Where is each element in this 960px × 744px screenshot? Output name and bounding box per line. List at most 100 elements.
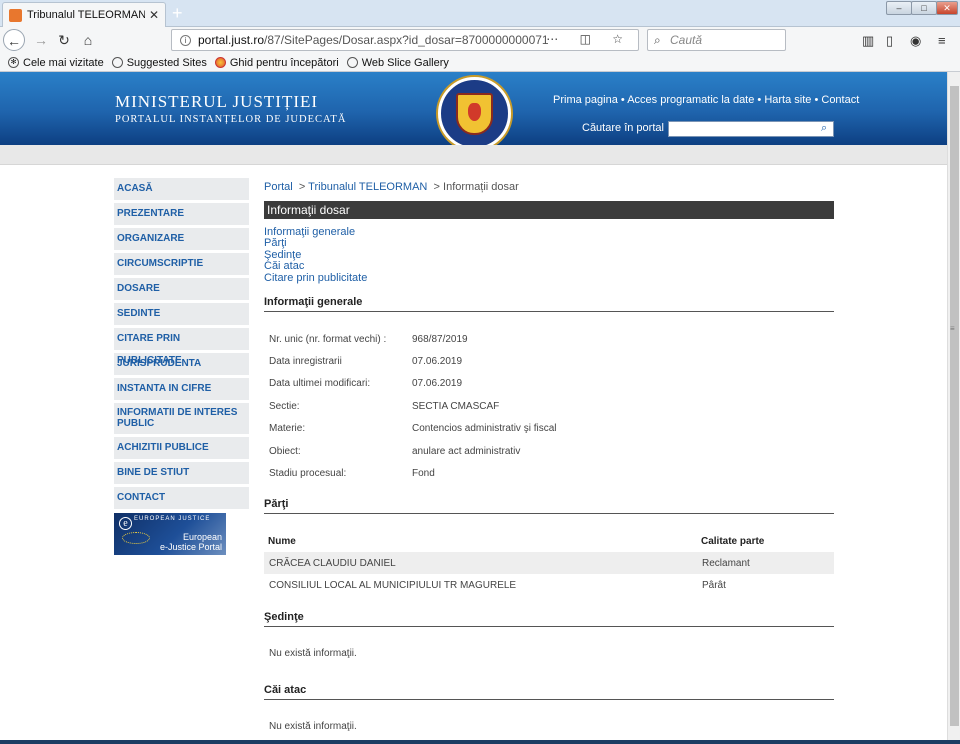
- link-contact[interactable]: Contact: [821, 94, 859, 106]
- sidebar-icon[interactable]: ▯: [886, 33, 893, 49]
- column-header-nume: Nume: [268, 536, 296, 547]
- bookmark-most-visited[interactable]: ✻ Cele mai vizitate: [8, 57, 104, 69]
- ejustice-portal-banner[interactable]: e EUROPEAN JUSTICE European e-Justice Por…: [114, 513, 226, 555]
- bookmark-getting-started[interactable]: Ghid pentru începători: [214, 57, 339, 69]
- header-divider-band: [0, 145, 947, 165]
- sidebar-item-dosare[interactable]: DOSARE: [114, 278, 249, 300]
- page-actions-icon[interactable]: ⋯ ◫ ☆: [546, 32, 632, 46]
- tab-title: Tribunalul TELEORMAN - Infor: [27, 9, 145, 21]
- section-anchor-links: Informaţii generale Părţi Şedinţe Căi at…: [264, 226, 367, 284]
- sedinte-empty-message: Nu există informaţii.: [269, 648, 357, 659]
- ministry-title: MINISTERUL JUSTIȚIEI: [115, 92, 319, 111]
- sidebar-item-jurisprudenta[interactable]: JURISPRUDENTA: [114, 353, 249, 375]
- sidebar-item-instanta-in-cifre[interactable]: INSTANTA IN CIFRE: [114, 378, 249, 400]
- sidebar-item-circumscriptie[interactable]: CIRCUMSCRIPTIE: [114, 253, 249, 275]
- breadcrumb-court[interactable]: Tribunalul TELEORMAN: [308, 181, 427, 193]
- window-maximize-button[interactable]: □: [911, 1, 937, 15]
- table-row: CRĂCEA CLAUDIU DANIEL Reclamant: [264, 552, 834, 574]
- bookmark-suggested-sites[interactable]: Suggested Sites: [111, 57, 207, 69]
- eagle-icon: [468, 103, 481, 121]
- section-heading-parti: Părţi: [264, 498, 834, 514]
- info-value: 07.06.2019: [412, 378, 463, 389]
- sidebar-item-organizare[interactable]: ORGANIZARE: [114, 228, 249, 250]
- info-value: 07.06.2019: [412, 356, 463, 367]
- cai-atac-empty-message: Nu există informaţii.: [269, 721, 357, 732]
- new-tab-button[interactable]: +: [172, 3, 183, 23]
- info-label: Data inregistrarii: [269, 356, 342, 367]
- browser-search-input[interactable]: ⌕ Caută: [647, 29, 786, 51]
- home-icon[interactable]: ⌂: [77, 29, 99, 51]
- info-value: Contencios administrativ şi fiscal: [412, 423, 557, 434]
- portal-search-label: Căutare în portal: [582, 122, 664, 134]
- section-heading-sedinte: Şedinţe: [264, 611, 834, 627]
- section-heading-cai-atac: Căi atac: [264, 684, 834, 700]
- link-harta-site[interactable]: Harta site: [764, 94, 811, 106]
- sidebar-nav: ACASĂ PREZENTARE ORGANIZARE CIRCUMSCRIPT…: [114, 178, 249, 555]
- breadcrumb-portal[interactable]: Portal: [264, 181, 293, 193]
- breadcrumb-current: Informații dosar: [443, 181, 519, 193]
- window-minimize-button[interactable]: –: [886, 1, 912, 15]
- info-label: Sectie:: [269, 401, 300, 412]
- sidebar-item-interes-public[interactable]: INFORMATII DE INTERES PUBLIC: [114, 403, 249, 434]
- ejustice-logo-icon: e: [119, 517, 132, 530]
- vertical-scrollbar[interactable]: ≡: [947, 72, 960, 744]
- party-role: Reclamant: [702, 558, 750, 569]
- link-prima-pagina[interactable]: Prima pagina: [553, 94, 618, 106]
- ministry-crest-logo[interactable]: [438, 77, 511, 150]
- site-info-icon[interactable]: i: [180, 34, 191, 46]
- page-viewport: MINISTERUL JUSTIȚIEI PORTALUL INSTANȚELO…: [0, 72, 947, 744]
- forward-arrow-icon[interactable]: →: [30, 29, 52, 51]
- party-name: CONSILIUL LOCAL AL MUNICIPIULUI TR MAGUR…: [269, 580, 517, 591]
- page-title: Informaţii dosar: [264, 201, 834, 219]
- url-bar[interactable]: i portal.just.ro/87/SitePages/Dosar.aspx…: [171, 29, 639, 51]
- back-arrow-icon[interactable]: ←: [3, 29, 25, 51]
- info-label: Materie:: [269, 423, 306, 434]
- sidebar-item-bine-de-stiut[interactable]: BINE DE STIUT: [114, 462, 249, 484]
- window-close-button[interactable]: ✕: [936, 1, 958, 15]
- section-heading-general: Informaţii generale: [264, 296, 834, 312]
- sidebar-item-citare[interactable]: CITARE PRIN PUBLICITATE: [114, 328, 249, 366]
- sidebar-item-achizitii[interactable]: ACHIZITII PUBLICE: [114, 437, 249, 459]
- tab-close-icon[interactable]: ✕: [149, 8, 159, 22]
- gear-icon: ✻: [8, 57, 19, 68]
- info-label: Nr. unic (nr. format vechi) :: [269, 334, 387, 345]
- search-icon[interactable]: ⌕: [821, 122, 827, 135]
- anchor-cai-atac[interactable]: Căi atac: [264, 260, 367, 272]
- bookmarks-toolbar: ✻ Cele mai vizitate Suggested Sites Ghid …: [0, 54, 960, 72]
- sidebar-item-prezentare[interactable]: PREZENTARE: [114, 203, 249, 225]
- scrollbar-thumb[interactable]: [950, 86, 959, 726]
- globe-icon: [111, 57, 123, 68]
- browser-navigation-bar: ← → ↻ ⌂ i portal.just.ro/87/SitePages/Do…: [0, 27, 960, 54]
- coat-of-arms-icon: [456, 93, 493, 135]
- portal-search-input[interactable]: [668, 121, 834, 137]
- site-favicon-icon: [9, 8, 22, 22]
- eu-stars-icon: [122, 532, 150, 544]
- library-icon[interactable]: ▥: [862, 33, 874, 49]
- browser-tab-active[interactable]: Tribunalul TELEORMAN - Infor ✕: [2, 2, 166, 27]
- link-acces-programatic[interactable]: Acces programatic la date: [627, 94, 754, 106]
- sidebar-item-sedinte[interactable]: SEDINTE: [114, 303, 249, 325]
- account-icon[interactable]: ◉: [910, 33, 921, 49]
- info-value: Fond: [412, 468, 435, 479]
- parti-table-header: Nume Calitate parte: [264, 533, 834, 551]
- info-label: Stadiu procesual:: [269, 468, 347, 479]
- menu-icon[interactable]: ≡: [938, 33, 946, 48]
- site-header: MINISTERUL JUSTIȚIEI PORTALUL INSTANȚELO…: [0, 72, 947, 150]
- table-row: CONSILIUL LOCAL AL MUNICIPIULUI TR MAGUR…: [264, 574, 834, 596]
- column-header-calitate: Calitate parte: [701, 536, 765, 547]
- sidebar-item-contact[interactable]: CONTACT: [114, 487, 249, 509]
- breadcrumb: Portal > Tribunalul TELEORMAN > Informaț…: [264, 181, 519, 193]
- info-label: Data ultimei modificari:: [269, 378, 371, 389]
- sidebar-item-acasa[interactable]: ACASĂ: [114, 178, 249, 200]
- anchor-citare[interactable]: Citare prin publicitate: [264, 272, 367, 284]
- globe-icon: [346, 57, 358, 68]
- bookmark-web-slice-gallery[interactable]: Web Slice Gallery: [346, 57, 449, 69]
- reload-icon[interactable]: ↻: [53, 29, 75, 51]
- firefox-icon: [214, 57, 226, 68]
- os-taskbar: [0, 740, 960, 744]
- url-text[interactable]: portal.just.ro/87/SitePages/Dosar.aspx?i…: [198, 33, 548, 47]
- info-value: SECTIA CMASCAF: [412, 401, 500, 412]
- info-value: anulare act administrativ: [412, 446, 521, 457]
- info-value: 968/87/2019: [412, 334, 468, 345]
- scrollbar-grip-icon: ≡: [950, 324, 955, 333]
